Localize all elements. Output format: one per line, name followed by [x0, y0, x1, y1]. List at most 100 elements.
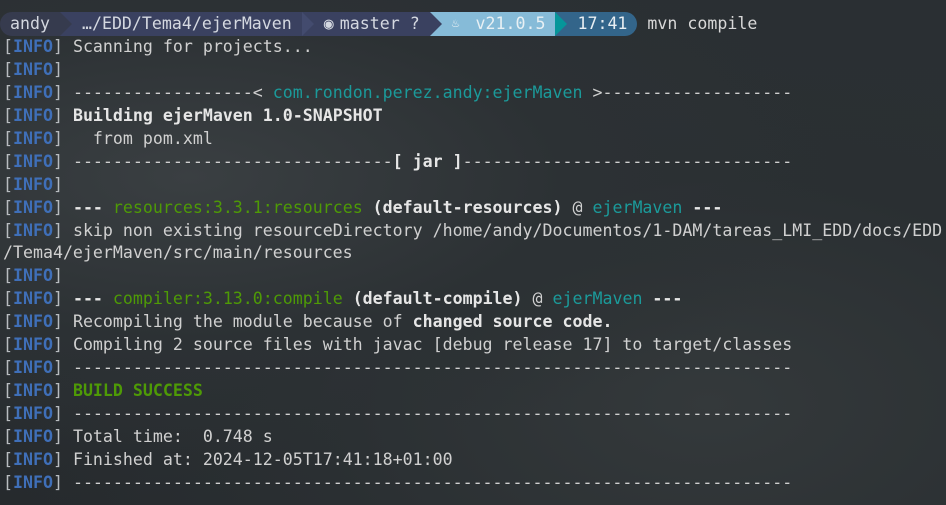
log-level: INFO — [13, 105, 53, 125]
output-text: [ — [3, 472, 13, 492]
output-text: >------------------- — [582, 82, 793, 102]
prompt-git-segment: ◉ master ? — [301, 12, 442, 36]
prompt-time: 17:41 — [577, 14, 628, 33]
output-text: skip non existing resourceDirectory /hom… — [72, 220, 943, 240]
output-text: ] — [52, 59, 63, 79]
output-text: [ — [3, 59, 13, 79]
output-text: --- — [72, 289, 113, 309]
output-text: -------------------------------- — [72, 151, 393, 171]
output-line: [INFO] Finished at: 2024-12-05T17:41:18+… — [3, 449, 942, 472]
output-text: ejerMaven — [552, 289, 643, 309]
log-level: INFO — [13, 151, 53, 171]
prompt-path: …/EDD/Tema4/ejerMaven — [81, 14, 292, 33]
log-level: INFO — [13, 312, 53, 332]
output-text: changed source code. — [412, 312, 613, 332]
log-level: INFO — [13, 449, 53, 469]
output-text: ] — [52, 128, 73, 148]
log-level: INFO — [13, 37, 53, 56]
output-text: [ — [3, 220, 13, 240]
output-text: resources:3.3.1:resources — [112, 197, 363, 217]
prompt-path-segment: …/EDD/Tema4/ejerMaven — [59, 12, 314, 36]
output-text: [ — [3, 105, 13, 125]
output-text: [ — [3, 404, 13, 423]
output-line: [INFO] ------------------< com.rondon.pe… — [3, 82, 942, 105]
segment-arrow — [59, 12, 72, 36]
output-line: /Tema4/ejerMaven/src/main/resources — [3, 242, 942, 265]
output-text: (default-compile) — [342, 289, 523, 309]
output-text: ] — [52, 197, 73, 217]
output-line: [INFO] — [3, 174, 942, 197]
output-line: [INFO] Recompiling the module because of… — [3, 311, 942, 334]
output-text: --- — [72, 197, 113, 217]
output-text: [ — [3, 174, 13, 194]
output-text: [ — [3, 289, 13, 309]
output-text: (default-resources) — [362, 197, 563, 217]
output-text: com.rondon.perez.andy:ejerMaven — [272, 82, 583, 102]
segment-arrow — [301, 12, 314, 36]
log-level: INFO — [13, 472, 53, 492]
log-level: INFO — [13, 59, 53, 79]
prompt-time-segment: 17:41 — [555, 12, 638, 36]
output-text: ] — [52, 404, 73, 423]
output-text: @ — [562, 197, 593, 217]
log-level: INFO — [13, 381, 53, 401]
output-text: [ — [3, 358, 13, 378]
output-text: Scanning for projects... — [72, 37, 313, 56]
output-text: BUILD SUCCESS — [72, 381, 203, 401]
output-line: [INFO] Compiling 2 source files with jav… — [3, 334, 942, 357]
output-text: --------------------------------- — [462, 151, 793, 171]
segment-arrow — [555, 12, 568, 36]
log-level: INFO — [13, 174, 53, 194]
output-line: [INFO] ---------------------------------… — [3, 472, 942, 495]
log-level: INFO — [13, 220, 53, 240]
output-line: [INFO] ---------------------------------… — [3, 357, 942, 380]
output-line: [INFO] --- compiler:3.13.0:compile (defa… — [3, 288, 942, 311]
output-line: [INFO] --------------------------------[… — [3, 151, 942, 174]
output-text: @ — [522, 289, 553, 309]
prompt-user-segment: andy — [0, 12, 72, 36]
output-text: ] — [52, 266, 63, 286]
output-text: ] — [52, 37, 73, 56]
output-text: ] — [52, 312, 73, 332]
log-level: INFO — [13, 426, 53, 446]
output-text: [ — [3, 266, 13, 286]
output-text: ------------------< — [72, 82, 273, 102]
output-text: compiler:3.13.0:compile — [112, 289, 343, 309]
output-text: --- — [682, 197, 723, 217]
prompt-java-version: v21.0.5 — [475, 14, 546, 33]
output-text: Total time: 0.748 s — [72, 426, 273, 446]
output-text: ejerMaven — [592, 197, 683, 217]
output-text: ----------------------------------------… — [72, 404, 793, 423]
output-line: [INFO] skip non existing resourceDirecto… — [3, 220, 942, 243]
output-line: [INFO] Scanning for projects... — [3, 36, 942, 59]
output-line: [INFO] — [3, 59, 942, 82]
command-input[interactable]: mvn compile — [647, 12, 757, 36]
output-text: ] — [52, 174, 63, 194]
output-text: ] — [52, 105, 73, 125]
terminal-output: [INFO] Scanning for projects... [INFO] [IN… — [3, 36, 942, 495]
output-text: from pom.xml — [72, 128, 213, 148]
output-text: Compiling 2 source files with javac [deb… — [72, 335, 793, 355]
output-text: Recompiling the module because of — [72, 312, 413, 332]
output-text: ] — [52, 358, 73, 378]
output-text: ] — [52, 335, 73, 355]
output-text: [ — [3, 37, 13, 56]
output-text: Finished at: 2024-12-05T17:41:18+01:00 — [72, 449, 453, 469]
output-text: [ — [3, 197, 13, 217]
shell-prompt: andy …/EDD/Tema4/ejerMaven ◉ master ? ♨ v2… — [0, 12, 757, 36]
output-text: [ — [3, 82, 13, 102]
output-text: ] — [52, 426, 73, 446]
segment-arrow — [429, 12, 442, 36]
output-line: [INFO] from pom.xml — [3, 128, 942, 151]
output-text: ] — [52, 381, 73, 401]
log-level: INFO — [13, 197, 53, 217]
output-line: [INFO] — [3, 265, 942, 288]
output-line: [INFO] BUILD SUCCESS — [3, 380, 942, 403]
output-line: [INFO] Building ejerMaven 1.0-SNAPSHOT — [3, 105, 942, 128]
java-icon: ♨ — [451, 16, 460, 31]
prompt-branch: master ? — [339, 14, 420, 33]
output-text: Building ejerMaven 1.0-SNAPSHOT — [72, 105, 383, 125]
output-text: [ — [3, 312, 13, 332]
output-text: [ jar ] — [392, 151, 463, 171]
log-level: INFO — [13, 358, 53, 378]
